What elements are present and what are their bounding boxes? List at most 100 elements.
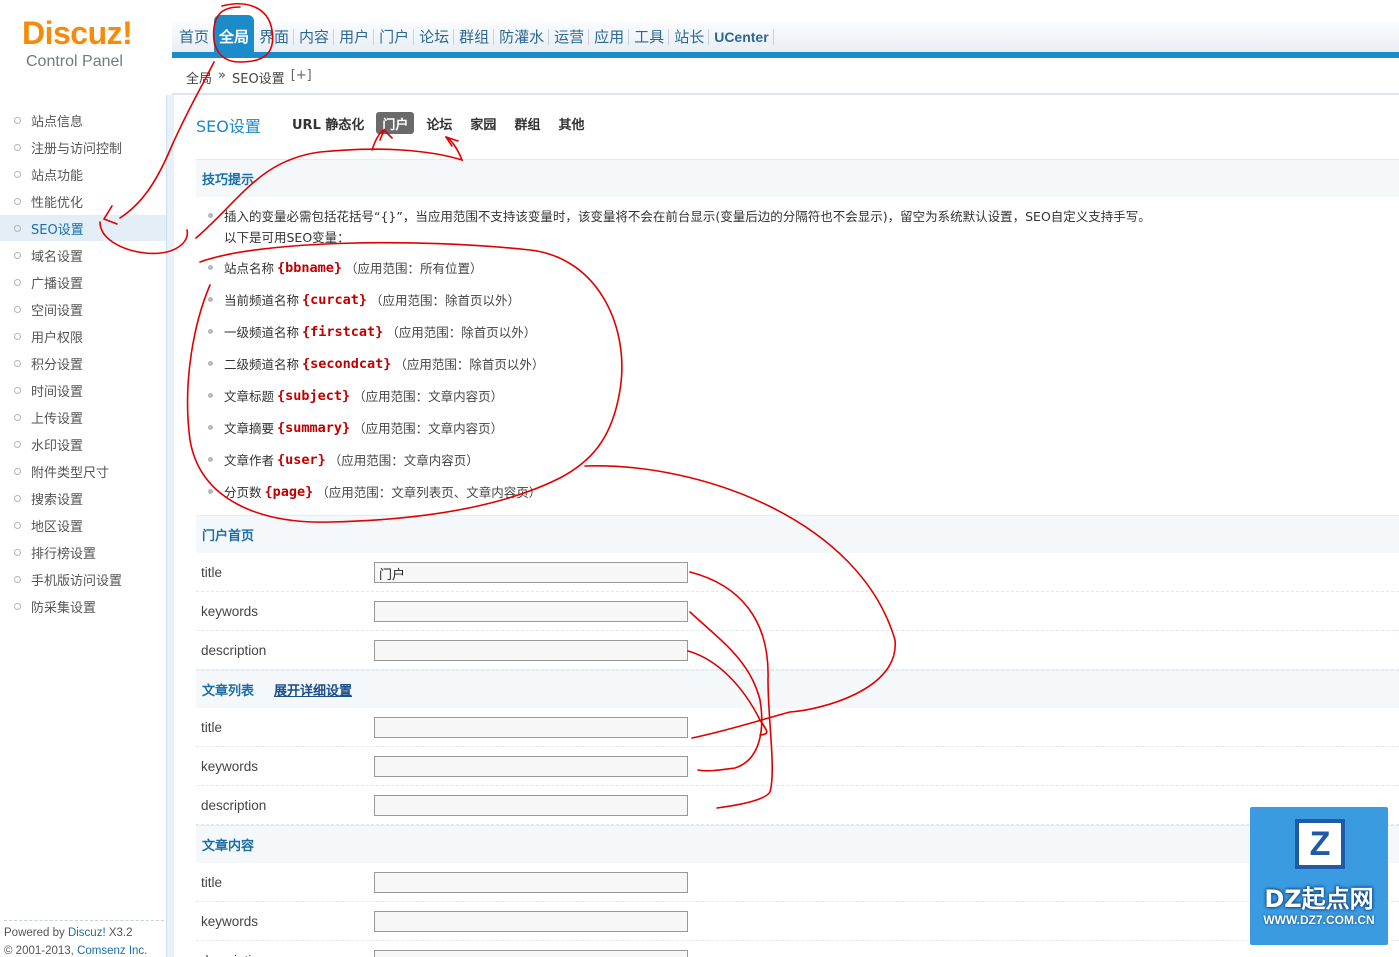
comsenz-link[interactable]: Comsenz Inc. xyxy=(77,945,147,957)
sidebar-item[interactable]: 积分设置 xyxy=(0,350,166,376)
logo-subtitle: Control Panel xyxy=(26,53,123,70)
seo-variable-item: 当前频道名称 {curcat} （应用范围：除首页以外） xyxy=(208,290,520,309)
variable-token: {firstcat} xyxy=(302,323,384,340)
subtab[interactable]: 论坛 xyxy=(420,112,458,134)
variable-scope: （应用范围：所有位置） xyxy=(345,261,483,276)
form-row: description xyxy=(196,631,1399,670)
seo-variable-item: 一级频道名称 {firstcat} （应用范围：除首页以外） xyxy=(208,322,536,341)
breadcrumb-root[interactable]: 全局 xyxy=(186,68,212,87)
description-input[interactable] xyxy=(374,795,688,816)
sidebar-item-label: 水印设置 xyxy=(31,438,84,454)
admin-page: Discuz! Control Panel 首页 全局 界面 内容 用户 门户 论坛 群组 防灌… xyxy=(0,0,1399,957)
title-input[interactable] xyxy=(374,717,688,738)
sidebar-item[interactable]: 时间设置 xyxy=(0,377,166,403)
tip-intro2-text: 以下是可用SEO变量： xyxy=(224,230,350,245)
sidebar-item[interactable]: 防采集设置 xyxy=(0,593,166,619)
sidebar-item[interactable]: 排行榜设置 xyxy=(0,539,166,565)
topnav-item[interactable]: 首页 xyxy=(174,21,215,52)
variable-scope: （应用范围：文章内容页） xyxy=(328,453,479,468)
sidebar-item[interactable]: 广播设置 xyxy=(0,269,166,295)
topnav-item[interactable]: 防灌水 xyxy=(494,21,550,52)
keywords-input[interactable] xyxy=(374,911,688,932)
sidebar-item-label: 积分设置 xyxy=(31,357,84,373)
variable-name: 一级频道名称 xyxy=(224,325,300,340)
variable-scope: （应用范围：文章内容页） xyxy=(353,421,504,436)
circle-bullet-icon xyxy=(14,251,21,259)
tip-intro-text: 插入的变量必需包括花括号“{}”，当应用范围不支持该变量时，该变量将不会在前台显… xyxy=(224,209,1151,224)
sidebar-item-label: 站点功能 xyxy=(31,168,84,184)
watermark-logo-icon: Z xyxy=(1295,819,1345,869)
bullet-icon xyxy=(208,361,213,366)
sidebar-item-label: 上传设置 xyxy=(31,411,84,427)
logo-mark: Discuz! xyxy=(22,15,133,51)
topnav-item[interactable]: 界面 xyxy=(254,21,295,52)
topnav-item[interactable]: 内容 xyxy=(294,21,335,52)
variable-name: 文章摘要 xyxy=(224,421,275,436)
section-heading-label: 文章列表 xyxy=(202,684,255,699)
header: Discuz! Control Panel 首页 全局 界面 内容 用户 门户 论坛 群组 防灌… xyxy=(0,0,1399,95)
add-shortcut-button[interactable]: [+] xyxy=(291,68,312,87)
expand-details-link[interactable]: 展开详细设置 xyxy=(274,680,352,699)
tips-heading-label: 技巧提示 xyxy=(202,173,255,188)
description-input[interactable] xyxy=(374,950,688,957)
sidebar-item[interactable]: 搜索设置 xyxy=(0,485,166,511)
bullet-icon xyxy=(208,265,213,270)
form-row: description xyxy=(196,941,1399,957)
circle-bullet-icon xyxy=(14,386,21,394)
sidebar-item[interactable]: SEO设置 xyxy=(0,215,166,241)
variable-token: {subject} xyxy=(277,387,351,404)
title-input[interactable]: 门户 xyxy=(374,562,688,583)
page-title: SEO设置 xyxy=(196,117,261,136)
topnav-item[interactable]: UCenter xyxy=(709,21,775,52)
topnav-item[interactable]: 门户 xyxy=(374,21,415,52)
breadcrumb-separator: » xyxy=(218,68,226,83)
sidebar-item[interactable]: 域名设置 xyxy=(0,242,166,268)
seo-variable-item: 文章作者 {user} （应用范围：文章内容页） xyxy=(208,450,479,469)
bullet-icon xyxy=(208,213,213,218)
main-content: SEO设置 URL 静态化 门户 论坛 家园 群组 其他 技巧提示 插入的变量必需包括花括… xyxy=(196,95,1399,957)
tips-heading: 技巧提示 xyxy=(196,159,1399,197)
topnav-item[interactable]: 应用 xyxy=(589,21,630,52)
sidebar-item[interactable]: 性能优化 xyxy=(0,188,166,214)
subtab[interactable]: URL 静态化 xyxy=(286,112,370,134)
sidebar-item-label: SEO设置 xyxy=(31,222,84,238)
topnav-item[interactable]: 论坛 xyxy=(414,21,455,52)
sidebar-item[interactable]: 站点信息 xyxy=(0,107,166,133)
breadcrumb: 全局 » SEO设置 [+] xyxy=(186,68,312,87)
keywords-input[interactable] xyxy=(374,756,688,777)
field-label: title xyxy=(201,720,223,735)
sidebar-splitter[interactable] xyxy=(166,95,174,957)
subtab[interactable]: 群组 xyxy=(508,112,546,134)
topnav-item[interactable]: 用户 xyxy=(334,21,375,52)
field-label: title xyxy=(201,875,223,890)
title-input[interactable] xyxy=(374,872,688,893)
field-label: description xyxy=(201,953,266,957)
sidebar-item[interactable]: 站点功能 xyxy=(0,161,166,187)
field-label: description xyxy=(201,798,267,813)
sidebar-item[interactable]: 手机版访问设置 xyxy=(0,566,166,592)
field-label: title xyxy=(201,565,223,580)
topnav-item[interactable]: 站长 xyxy=(669,21,710,52)
sidebar-footer: Powered by Discuz! X3.2 © 2001-2013, Com… xyxy=(4,920,164,957)
sidebar-item[interactable]: 附件类型尺寸 xyxy=(0,458,166,484)
topnav-item[interactable]: 运营 xyxy=(549,21,590,52)
description-input[interactable] xyxy=(374,640,688,661)
sidebar-item[interactable]: 空间设置 xyxy=(0,296,166,322)
sidebar-item[interactable]: 地区设置 xyxy=(0,512,166,538)
version-label: X3.2 xyxy=(108,927,133,939)
discuz-link[interactable]: Discuz! xyxy=(68,927,106,939)
subtab[interactable]: 家园 xyxy=(464,112,502,134)
keywords-input[interactable] xyxy=(374,601,688,622)
sidebar-item[interactable]: 用户权限 xyxy=(0,323,166,349)
variable-scope: （应用范围：文章内容页） xyxy=(353,389,504,404)
sidebar-item[interactable]: 上传设置 xyxy=(0,404,166,430)
topnav-item[interactable]: 工具 xyxy=(629,21,670,52)
subtab[interactable]: 门户 xyxy=(376,112,415,134)
discuz-logo[interactable]: Discuz! Control Panel xyxy=(22,14,162,74)
seo-subtabs: URL 静态化 门户 论坛 家园 群组 其他 xyxy=(286,112,590,134)
sidebar-item[interactable]: 水印设置 xyxy=(0,431,166,457)
sidebar-item[interactable]: 注册与访问控制 xyxy=(0,134,166,160)
topnav-item[interactable]: 群组 xyxy=(454,21,495,52)
subtab[interactable]: 其他 xyxy=(552,112,590,134)
topnav-item[interactable]: 全局 xyxy=(214,15,255,52)
